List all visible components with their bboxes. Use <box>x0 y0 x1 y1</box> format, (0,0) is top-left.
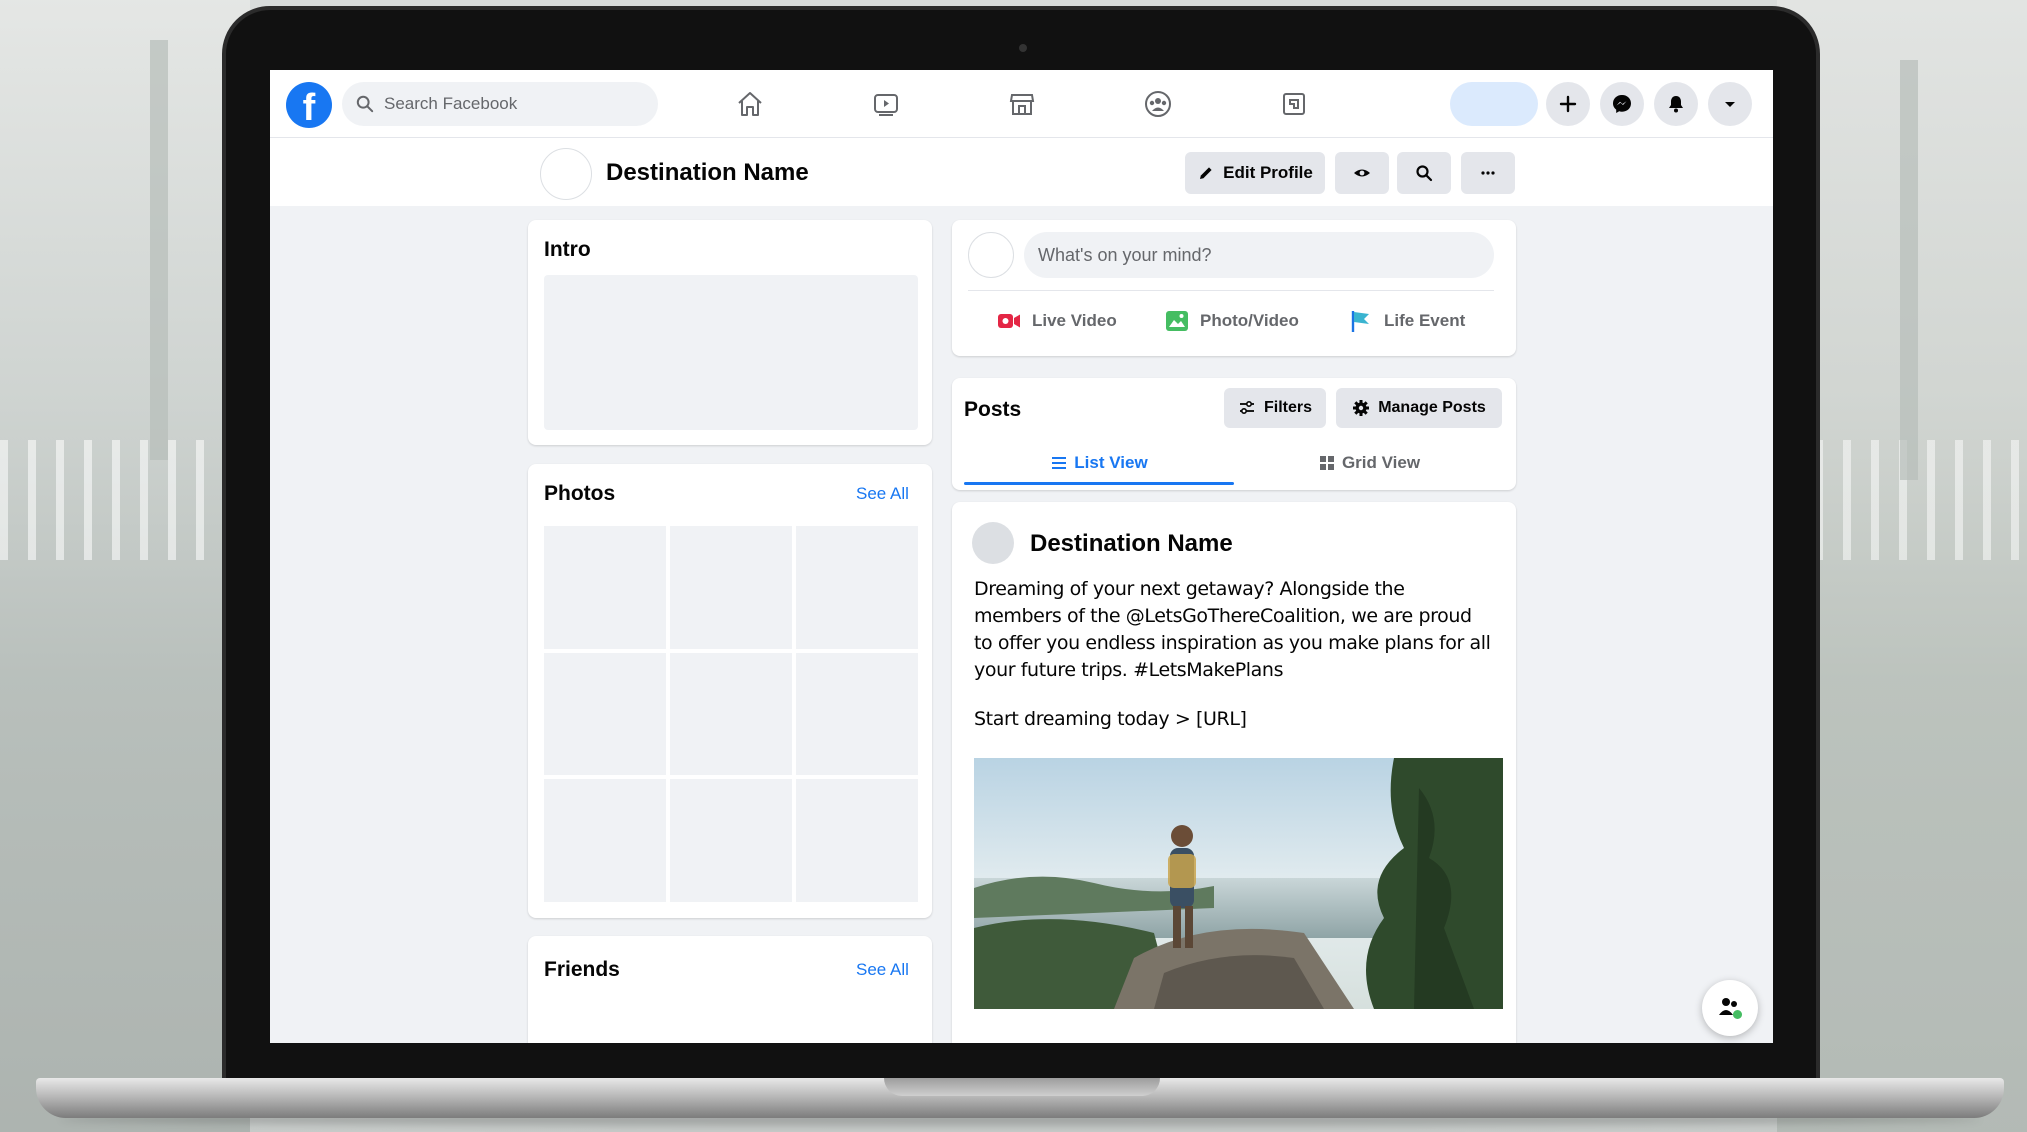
grid-icon <box>1319 456 1334 470</box>
grid-view-label: Grid View <box>1341 453 1421 472</box>
groups-icon[interactable] <box>1141 88 1175 120</box>
posts-header-card: Posts Filters Manage Posts List View Gri… <box>952 378 1516 490</box>
photos-title: Photos <box>544 482 616 505</box>
profile-header-bar <box>270 138 1773 206</box>
post-image[interactable] <box>974 758 1503 1009</box>
composer-input[interactable]: What's on your mind? <box>1024 232 1494 278</box>
avatar <box>968 232 1014 278</box>
search-icon <box>356 95 374 113</box>
avatar[interactable] <box>972 522 1014 564</box>
search-placeholder: Search Facebook <box>384 94 518 113</box>
intro-title: Intro <box>544 238 591 261</box>
post-author[interactable]: Destination Name <box>1030 530 1233 558</box>
flag-icon <box>1351 311 1369 332</box>
photo-grid <box>544 526 918 902</box>
gaming-icon[interactable] <box>1277 88 1311 120</box>
new-message-button[interactable] <box>1702 980 1758 1036</box>
friends-title: Friends <box>544 958 620 981</box>
tab-grid-view[interactable]: Grid View <box>1234 440 1504 486</box>
post-composer: What's on your mind? Live Video Photo/Vi… <box>952 220 1516 356</box>
avatar[interactable] <box>540 148 592 200</box>
photo-thumbnail[interactable] <box>544 652 666 776</box>
manage-posts-label: Manage Posts <box>1378 399 1486 416</box>
friends-card: Friends See All <box>528 936 932 1043</box>
eye-icon <box>1354 169 1370 177</box>
bell-icon[interactable] <box>1654 82 1698 126</box>
list-icon <box>1052 457 1067 469</box>
post-card: Destination Name Dreaming of your next g… <box>952 502 1516 1043</box>
post-text: Dreaming of your next getaway? Alongside… <box>974 578 1491 681</box>
marketplace-icon[interactable] <box>1005 88 1039 120</box>
pencil-icon <box>1200 167 1212 179</box>
photo-thumbnail[interactable] <box>670 779 792 902</box>
live-video-label: Live Video <box>1032 311 1117 330</box>
edit-profile-button[interactable]: Edit Profile <box>1185 152 1325 194</box>
list-view-label: List View <box>1074 453 1148 472</box>
plus-icon[interactable] <box>1546 82 1590 126</box>
life-event-button[interactable]: Life Event <box>1348 306 1465 336</box>
live-video-button[interactable]: Live Video <box>996 306 1117 336</box>
facebook-logo-icon[interactable]: f <box>286 82 332 128</box>
view-as-button[interactable] <box>1335 152 1389 194</box>
photo-thumbnail[interactable] <box>796 779 918 902</box>
photo-thumbnail[interactable] <box>670 526 792 649</box>
tab-list-view[interactable]: List View <box>964 440 1234 486</box>
manage-posts-button[interactable]: Manage Posts <box>1336 388 1502 428</box>
photo-thumbnail[interactable] <box>544 779 666 902</box>
photo-video-button[interactable]: Photo/Video <box>1164 306 1299 336</box>
filters-label: Filters <box>1263 399 1312 416</box>
profile-search-button[interactable] <box>1397 152 1451 194</box>
laptop-screen: f Search Facebook Destination Name Edit … <box>270 70 1773 1043</box>
photo-thumbnail[interactable] <box>796 526 918 649</box>
photo-video-label: Photo/Video <box>1200 311 1299 330</box>
life-event-label: Life Event <box>1384 311 1466 330</box>
profile-shortcut-pill[interactable] <box>1450 82 1538 126</box>
background-railing-left <box>0 440 240 560</box>
ellipsis-icon <box>1481 171 1495 175</box>
edit-profile-label: Edit Profile <box>1223 163 1313 182</box>
intro-card: Intro <box>528 220 932 445</box>
search-icon <box>1416 165 1433 182</box>
laptop-camera <box>1019 44 1027 52</box>
background-palm <box>150 40 168 460</box>
photo-icon <box>1166 311 1188 331</box>
search-input[interactable]: Search Facebook <box>342 82 658 126</box>
live-video-icon <box>998 314 1020 328</box>
post-link-text[interactable]: Start dreaming today > [URL] <box>974 708 1247 730</box>
more-options-button[interactable] <box>1461 152 1515 194</box>
messenger-icon[interactable] <box>1600 82 1644 126</box>
watch-icon[interactable] <box>869 88 903 120</box>
gear-icon <box>1353 400 1370 416</box>
photos-see-all-link[interactable]: See All <box>856 484 909 504</box>
friends-see-all-link[interactable]: See All <box>856 960 909 980</box>
photo-thumbnail[interactable] <box>670 652 792 776</box>
photo-thumbnail[interactable] <box>796 652 918 776</box>
intro-placeholder <box>544 275 918 430</box>
laptop-base-notch <box>884 1078 1160 1096</box>
photo-thumbnail[interactable] <box>544 526 666 649</box>
home-icon[interactable] <box>733 88 767 120</box>
posts-title: Posts <box>964 398 1022 421</box>
sliders-icon <box>1239 400 1254 415</box>
photos-card: Photos See All <box>528 464 932 918</box>
divider <box>968 290 1494 291</box>
top-navigation-bar: f Search Facebook <box>270 70 1773 138</box>
caret-down-icon[interactable] <box>1708 82 1752 126</box>
background-palm <box>1900 60 1918 480</box>
people-icon <box>1719 998 1742 1019</box>
active-tab-indicator <box>964 482 1234 485</box>
background-left <box>0 0 250 1132</box>
filters-button[interactable]: Filters <box>1224 388 1326 428</box>
page-title[interactable]: Destination Name <box>606 159 809 187</box>
